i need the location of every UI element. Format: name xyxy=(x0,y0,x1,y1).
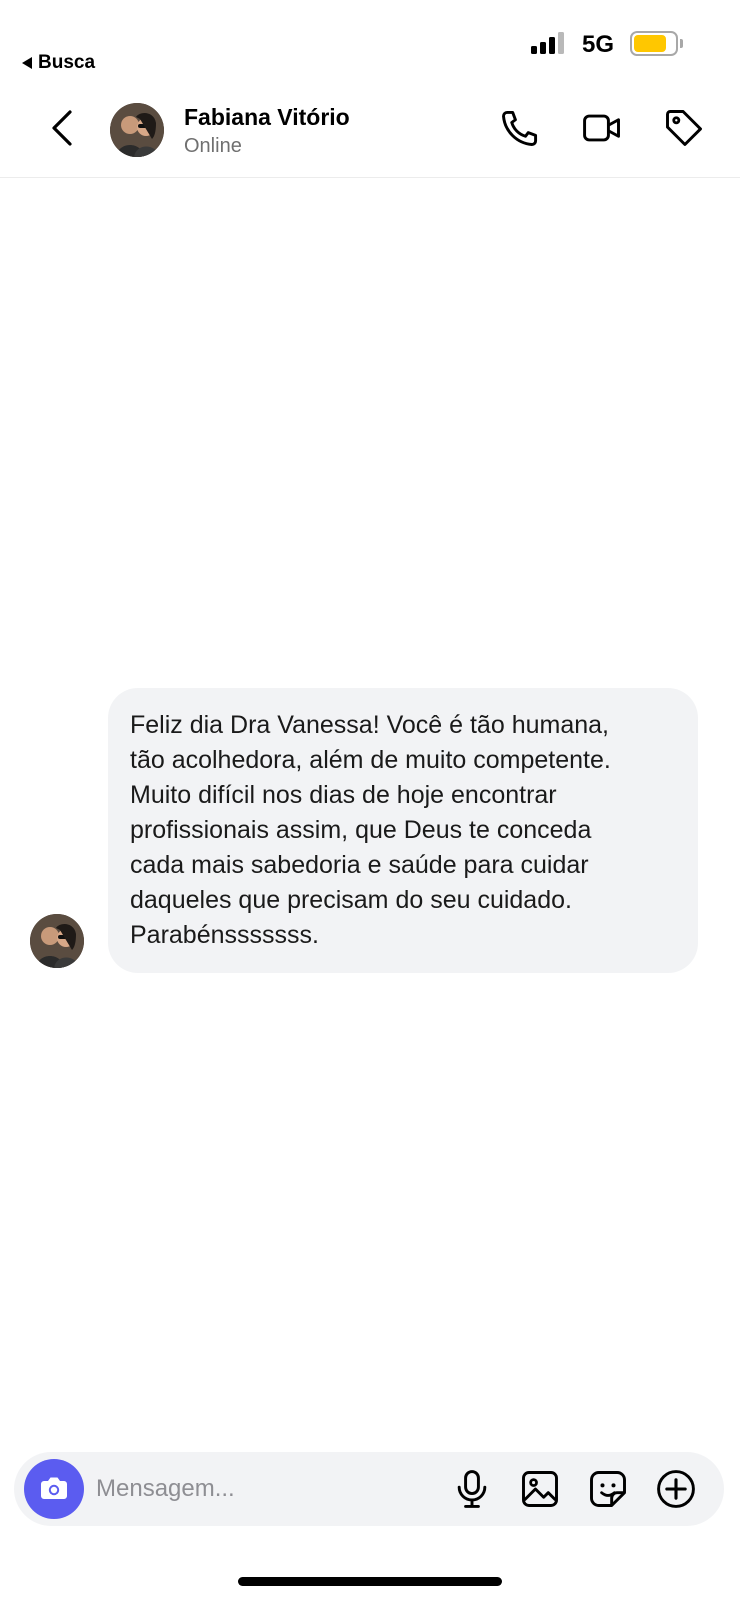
message-line: Feliz dia Dra Vanessa! Você é tão humana… xyxy=(130,711,609,739)
microphone-icon[interactable] xyxy=(450,1467,494,1511)
message-composer xyxy=(14,1452,724,1526)
message-line: tão acolhedora, além de muito competente… xyxy=(130,746,611,774)
message-line: daqueles que precisam do seu cuidado. xyxy=(130,886,572,914)
back-to-app-link[interactable]: Busca xyxy=(22,52,95,74)
contact-status: Online xyxy=(184,135,242,157)
cellular-signal-icon xyxy=(531,32,564,54)
message-line: Parabénsssssss. xyxy=(130,921,319,949)
contact-avatar[interactable] xyxy=(110,103,164,157)
chat-screen: Busca 5G Fabiana Vitório Online Feliz di… xyxy=(0,0,740,1600)
sticker-icon[interactable] xyxy=(586,1467,630,1511)
chat-header: Fabiana Vitório Online xyxy=(0,90,740,178)
status-bar: Busca 5G xyxy=(0,0,740,90)
add-icon[interactable] xyxy=(654,1467,698,1511)
phone-icon[interactable] xyxy=(498,106,542,150)
message-line: cada mais sabedoria e saúde para cuidar xyxy=(130,851,589,879)
network-type: 5G xyxy=(582,31,615,58)
battery-icon xyxy=(630,31,683,56)
camera-button[interactable] xyxy=(24,1459,84,1519)
message-line: profissionais assim, que Deus te conceda xyxy=(130,816,592,844)
home-indicator[interactable] xyxy=(238,1577,502,1586)
tag-icon[interactable] xyxy=(662,106,706,150)
back-to-app-label: Busca xyxy=(38,52,96,73)
message-input[interactable] xyxy=(96,1469,436,1509)
contact-name[interactable]: Fabiana Vitório xyxy=(184,104,350,131)
video-camera-icon[interactable] xyxy=(580,106,624,150)
back-chevron-icon[interactable] xyxy=(48,108,78,148)
message-bubble[interactable]: Feliz dia Dra Vanessa! Você é tão humana… xyxy=(108,688,698,973)
sender-avatar[interactable] xyxy=(30,914,84,968)
gallery-icon[interactable] xyxy=(518,1467,562,1511)
camera-icon xyxy=(41,1477,67,1499)
back-triangle-icon xyxy=(22,57,32,69)
message-line: Muito difícil nos dias de hoje encontrar xyxy=(130,781,557,809)
